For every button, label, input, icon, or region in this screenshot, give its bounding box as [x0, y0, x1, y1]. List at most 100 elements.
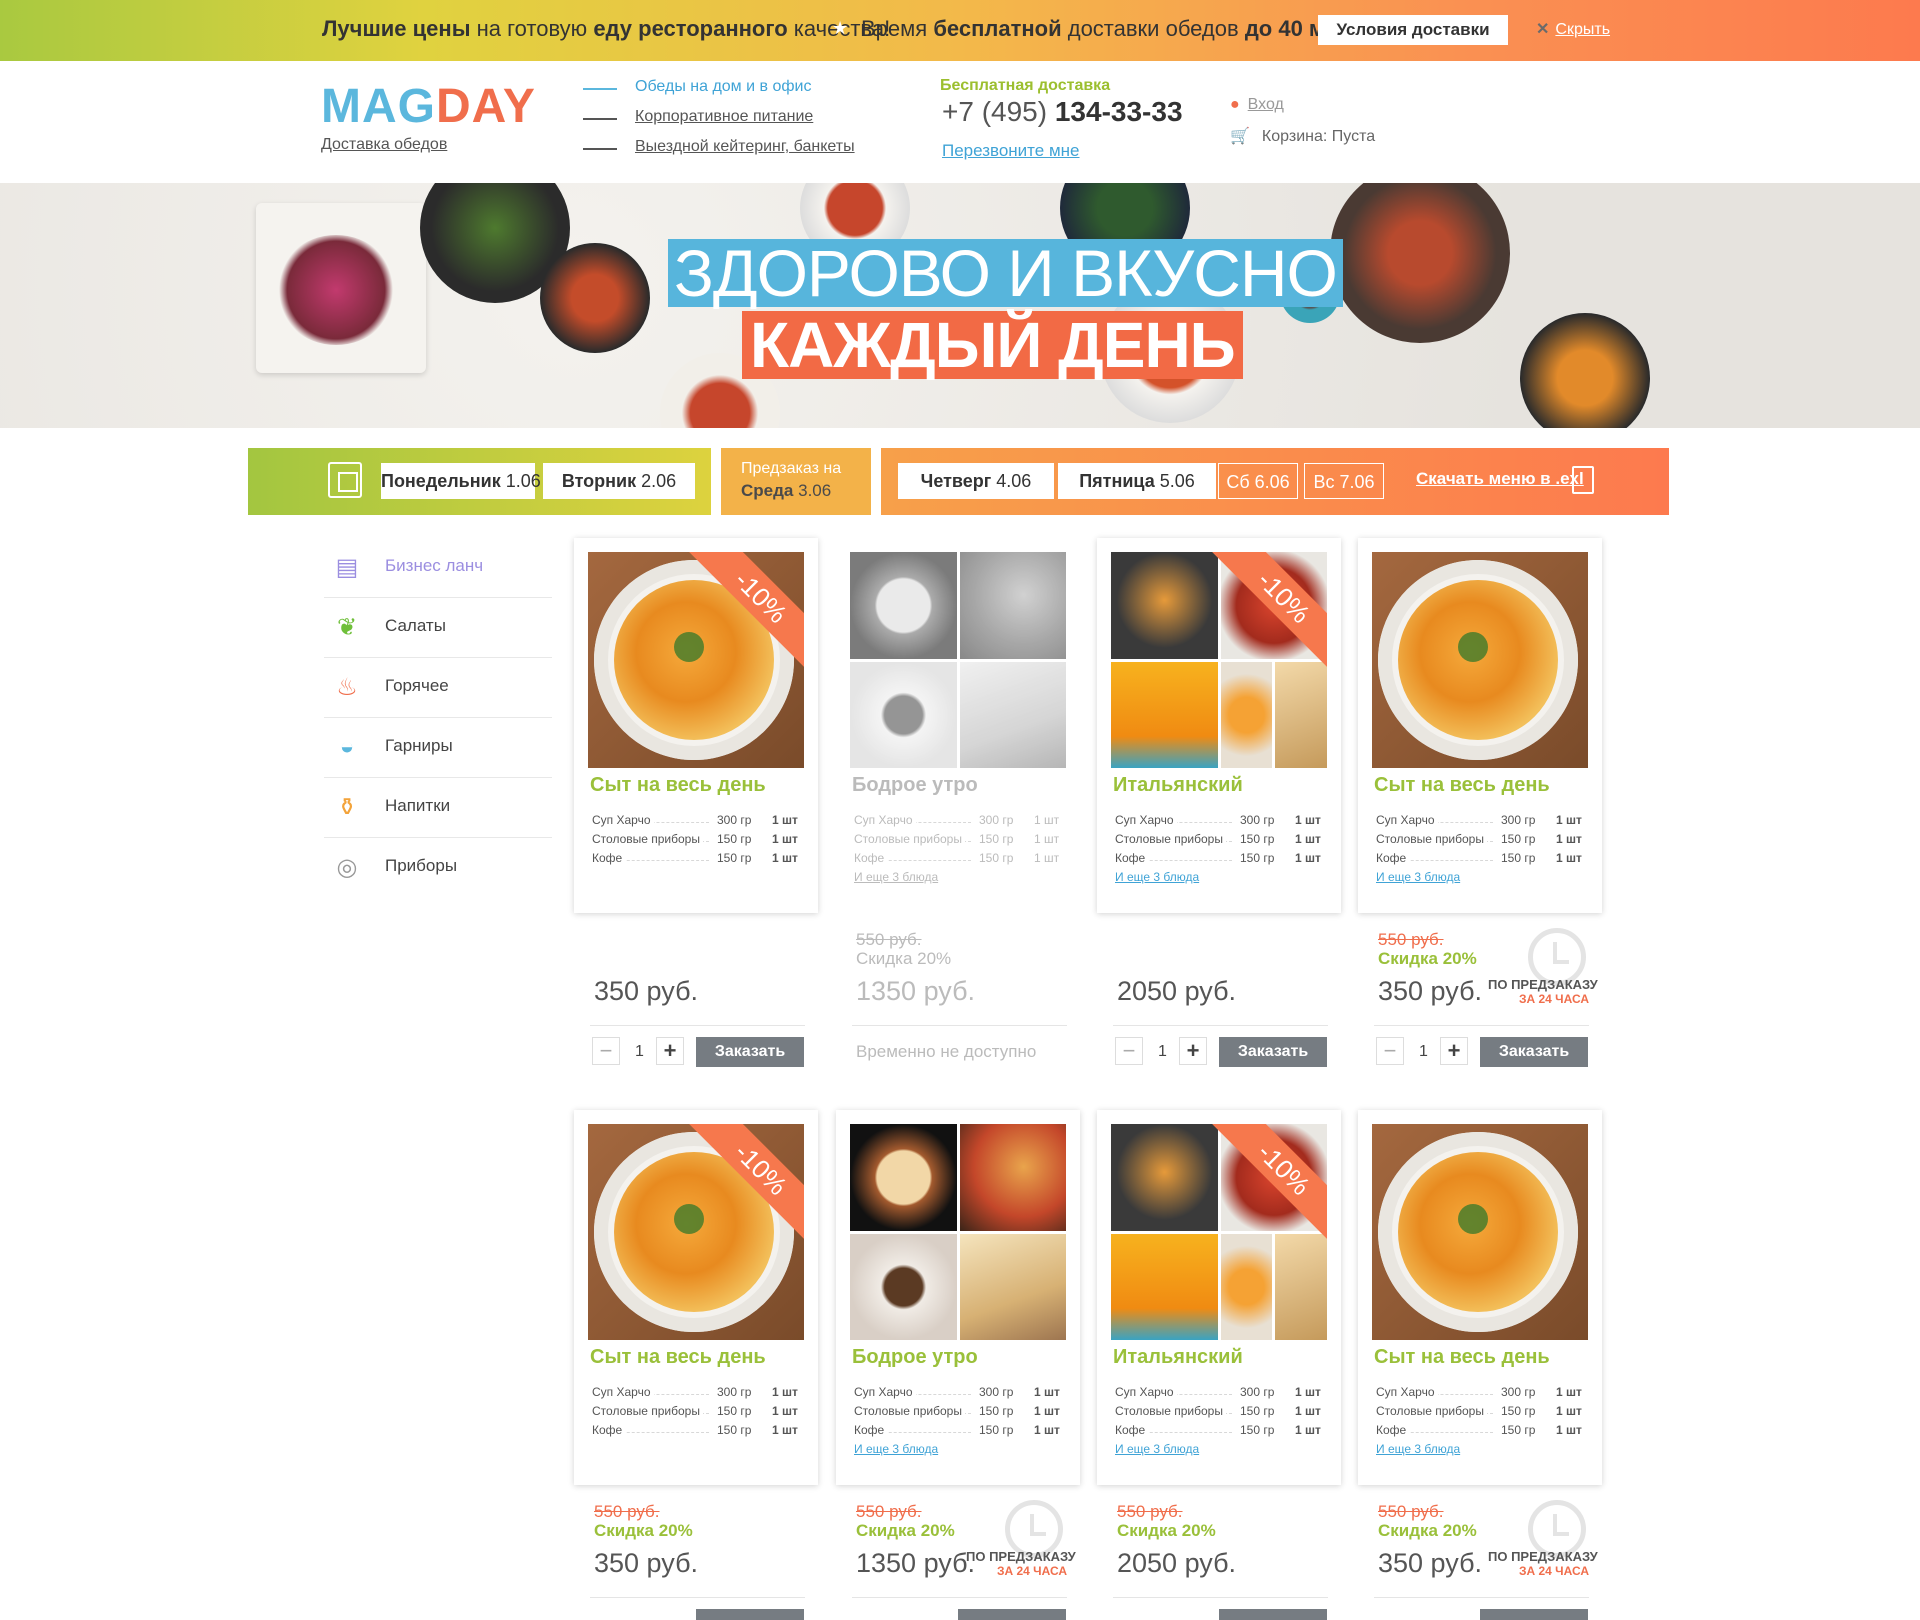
product-photo [850, 1124, 1066, 1340]
content-row: Кофе 150 гр 1 шт [1376, 1423, 1582, 1437]
more-dishes-link[interactable]: И еще 3 блюда [1376, 870, 1460, 884]
quantity-plus-button[interactable]: + [1440, 1037, 1468, 1065]
product-card[interactable]: Сыт на весь день Суп Харчо 300 гр 1 шт Сто… [1358, 538, 1602, 913]
product-card[interactable]: -10% Сыт на весь день Суп Харчо 300 гр 1 ш… [574, 1110, 818, 1485]
download-menu-link[interactable]: Скачать меню в .exl [1416, 469, 1584, 489]
delivery-conditions-button[interactable]: Условия доставки [1318, 15, 1508, 45]
quantity-minus-button[interactable]: − [1376, 1037, 1404, 1065]
tab-preorder-wednesday[interactable]: Предзаказ на Среда 3.06 [741, 458, 841, 502]
order-button[interactable]: Заказать [1480, 1037, 1588, 1067]
product-card[interactable]: Сыт на весь день Суп Харчо 300 гр 1 шт Сто… [1358, 1110, 1602, 1485]
sidebar-item-garnish[interactable]: ◒ Гарниры [324, 718, 552, 778]
product-contents: Суп Харчо 300 гр 1 шт Столовые приборы 150 … [592, 813, 804, 870]
tab-day-date: 2.06 [641, 471, 677, 491]
preorder-time: ЗА 24 ЧАСА [1518, 992, 1589, 1006]
quantity-value[interactable]: 1 [635, 1043, 644, 1061]
jug-icon: ⚱ [336, 793, 358, 821]
product-title[interactable]: Сыт на весь день [1374, 1346, 1550, 1369]
product-title[interactable]: Итальянский [1113, 774, 1243, 797]
order-button[interactable] [1480, 1609, 1588, 1620]
tab-friday[interactable]: Пятница 5.06 [1058, 463, 1216, 499]
content-row: Кофе 150 гр 1 шт [1115, 1423, 1321, 1437]
cart-value: Пуста [1331, 128, 1376, 145]
nav-link[interactable]: Корпоративное питание [635, 108, 813, 126]
nav-link[interactable]: Обеды на дом и в офис [635, 78, 811, 96]
login-link[interactable]: ● Вход [1230, 96, 1284, 114]
tab-tuesday[interactable]: Вторник 2.06 [543, 463, 695, 499]
page: Лучшие цены на готовую еду ресторанного … [0, 0, 1920, 1620]
old-price: 550 руб. [1117, 1502, 1183, 1521]
tab-day-date: 1.06 [505, 471, 541, 491]
phone-number[interactable]: +7 (495) 134-33-33 [942, 96, 1183, 128]
bowl-icon: ◒ [339, 733, 355, 760]
divider [852, 1025, 1067, 1026]
sidebar-item-hot[interactable]: ♨ Горячее [324, 658, 552, 718]
content-row: Суп Харчо 300 гр 1 шт [854, 813, 1060, 827]
product-title[interactable]: Бодрое утро [852, 774, 978, 797]
sidebar-item-drinks[interactable]: ⚱ Напитки [324, 778, 552, 838]
product-title[interactable]: Сыт на весь день [1374, 774, 1550, 797]
product-photo [1372, 1124, 1588, 1340]
more-dishes-link[interactable]: И еще 3 блюда [854, 870, 938, 884]
quantity-minus-button[interactable]: − [1115, 1037, 1143, 1065]
content-row: Суп Харчо 300 гр 1 шт [854, 1385, 1060, 1399]
logo-day: DAY [435, 80, 536, 133]
product-title[interactable]: Бодрое утро [852, 1346, 978, 1369]
more-dishes-link[interactable]: И еще 3 блюда [1115, 870, 1199, 884]
quantity-minus-button[interactable]: − [592, 1037, 620, 1065]
product-card[interactable]: -10% Сыт на весь день Суп Харчо 300 гр 1 ш… [574, 538, 818, 913]
more-dishes-link[interactable]: И еще 3 блюда [1376, 1442, 1460, 1456]
preorder-time: ЗА 24 ЧАСА [1518, 1564, 1589, 1578]
order-button[interactable]: Заказать [1219, 1037, 1327, 1067]
callback-link[interactable]: Перезвоните мне [942, 141, 1080, 161]
more-dishes-link[interactable]: И еще 3 блюда [854, 1442, 938, 1456]
close-icon: ✕ [1536, 21, 1550, 38]
quantity-plus-button[interactable]: + [656, 1037, 684, 1065]
product-card[interactable]: Бодрое утро Суп Харчо 300 гр 1 шт Столовые… [836, 538, 1080, 913]
tab-day-name: Четверг [920, 471, 992, 491]
quantity-value[interactable]: 1 [1419, 1043, 1428, 1061]
product-card[interactable]: -10% Итальянский Суп Харчо 300 гр 1 шт Сто… [1097, 538, 1341, 913]
tab-sunday[interactable]: Вс 7.06 [1304, 463, 1384, 499]
category-sidebar: ▤ Бизнес ланч ❦ Салаты ♨ Горячее ◒ Гарниры ⚱… [324, 538, 552, 898]
sidebar-item-salads[interactable]: ❦ Салаты [324, 598, 552, 658]
content-row: Суп Харчо 300 гр 1 шт [1376, 1385, 1582, 1399]
nav-link[interactable]: Выездной кейтеринг, банкеты [635, 138, 855, 156]
sidebar-item-business-lunch[interactable]: ▤ Бизнес ланч [324, 538, 552, 598]
hide-banner-link[interactable]: ✕ Скрыть [1536, 19, 1610, 39]
more-dishes-link[interactable]: И еще 3 блюда [1115, 1442, 1199, 1456]
discount-label: Скидка 20% [856, 1521, 955, 1540]
product-price: 1350 руб. [856, 976, 976, 1006]
tab-monday[interactable]: Понедельник 1.06 [381, 463, 541, 499]
cart-status[interactable]: 🛒 Корзина: Пуста [1230, 126, 1375, 146]
content-row: Кофе 150 гр 1 шт [592, 851, 798, 865]
tab-saturday[interactable]: Сб 6.06 [1218, 463, 1298, 499]
product-card[interactable]: Бодрое утро Суп Харчо 300 гр 1 шт Столовые… [836, 1110, 1080, 1485]
product-title[interactable]: Сыт на весь день [590, 774, 766, 797]
divider [852, 1597, 1067, 1598]
logo[interactable]: MAGDAY [321, 80, 536, 134]
product-contents: Суп Харчо 300 гр 1 шт Столовые приборы 150 … [854, 1385, 1066, 1442]
product-photo [850, 552, 1066, 768]
product-title[interactable]: Итальянский [1113, 1346, 1243, 1369]
content-row: Столовые приборы 150 гр 1 шт [1115, 832, 1321, 846]
download-icon[interactable] [1572, 466, 1594, 494]
tab-thursday[interactable]: Четверг 4.06 [898, 463, 1054, 499]
unavailable-label: Временно не доступно [856, 1042, 1037, 1061]
content-row: Столовые приборы 150 гр 1 шт [854, 832, 1060, 846]
sidebar-item-label: Горячее [385, 676, 449, 695]
product-contents: Суп Харчо 300 гр 1 шт Столовые приборы 150 … [1376, 813, 1588, 870]
sidebar-item-cutlery[interactable]: ◎ Приборы [324, 838, 552, 898]
order-button[interactable] [958, 1609, 1066, 1620]
product-title[interactable]: Сыт на весь день [590, 1346, 766, 1369]
order-button[interactable] [1219, 1609, 1327, 1620]
quantity-value[interactable]: 1 [1158, 1043, 1167, 1061]
order-button[interactable]: Заказать [696, 1037, 804, 1067]
quantity-plus-button[interactable]: + [1179, 1037, 1207, 1065]
order-button[interactable] [696, 1609, 804, 1620]
product-photo: -10% [1111, 552, 1327, 768]
logo-subtitle[interactable]: Доставка обедов [321, 136, 447, 154]
content-row: Суп Харчо 300 гр 1 шт [1376, 813, 1582, 827]
product-photo [1372, 552, 1588, 768]
product-card[interactable]: -10% Итальянский Суп Харчо 300 гр 1 шт Сто… [1097, 1110, 1341, 1485]
